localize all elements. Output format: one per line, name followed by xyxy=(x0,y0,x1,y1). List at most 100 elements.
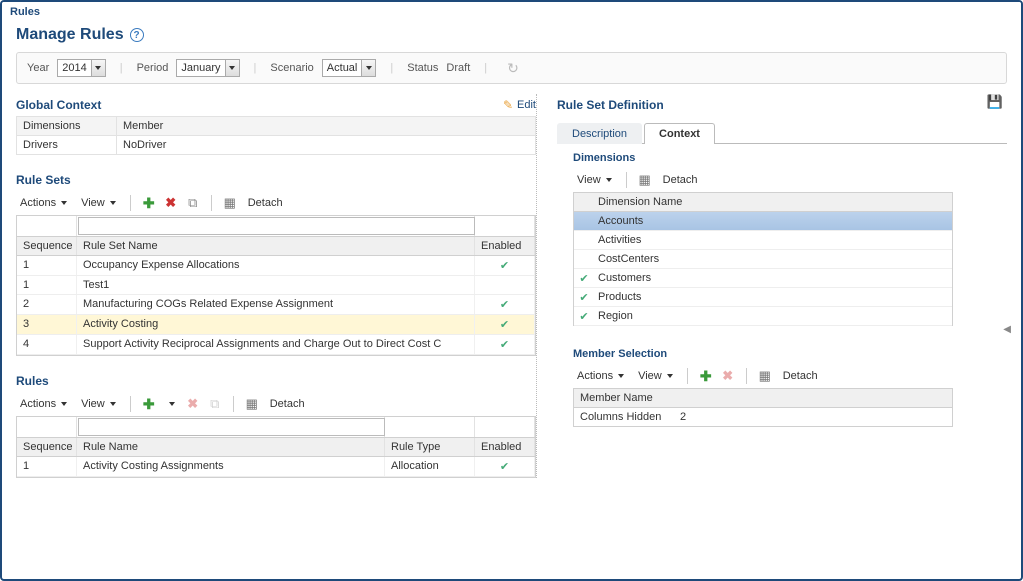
dimension-row[interactable]: ✔Customers xyxy=(574,269,952,288)
dimensions-title: Dimensions xyxy=(557,144,1007,168)
cell-sequence: 3 xyxy=(17,315,77,334)
global-context-header: Global Context ✎ Edit xyxy=(16,94,536,116)
rule-sets-view-menu[interactable]: View xyxy=(77,195,120,211)
rules-view-menu[interactable]: View xyxy=(77,396,120,412)
add-dropdown[interactable] xyxy=(163,396,179,412)
scenario-select[interactable]: Actual xyxy=(322,59,377,77)
table-row[interactable]: 1Occupancy Expense Allocations✔ xyxy=(17,256,535,276)
col-sequence[interactable]: Sequence xyxy=(17,237,77,255)
col-rule-set-name[interactable]: Rule Set Name xyxy=(77,237,475,255)
status-value: Draft xyxy=(446,62,470,74)
pencil-icon: ✎ xyxy=(503,98,513,112)
definition-title: Rule Set Definition xyxy=(557,98,664,112)
rules-actions-menu[interactable]: Actions xyxy=(16,396,71,412)
cell-sequence: 1 xyxy=(17,256,77,275)
tab-description[interactable]: Description xyxy=(557,123,642,144)
col-member-name[interactable]: Member Name xyxy=(574,389,952,408)
right-column: Rule Set Definition 💾 Description Contex… xyxy=(536,94,1007,478)
rule-sets-detach-button[interactable]: Detach xyxy=(244,195,287,211)
table-row[interactable]: 3Activity Costing✔ xyxy=(17,315,535,335)
dimension-row[interactable]: CostCenters xyxy=(574,250,952,269)
col-enabled[interactable]: Enabled xyxy=(475,237,535,255)
rules-title: Rules xyxy=(16,374,49,388)
detach-icon[interactable]: ▦ xyxy=(244,396,260,412)
global-context-title: Global Context xyxy=(16,98,101,112)
col-rule-type[interactable]: Rule Type xyxy=(385,438,475,456)
ms-view-menu[interactable]: View xyxy=(634,368,677,384)
tab-context[interactable]: Context xyxy=(644,123,715,144)
cell-enabled: ✔ xyxy=(475,315,535,334)
collapse-icon[interactable]: ◀ xyxy=(1003,324,1011,335)
col-rule-name[interactable]: Rule Name xyxy=(77,438,385,456)
member-selection-title: Member Selection xyxy=(557,340,1007,364)
cell-enabled: ✔ xyxy=(475,295,535,314)
col-enabled[interactable]: Enabled xyxy=(475,438,535,456)
table-row: Columns Hidden 2 xyxy=(574,408,952,426)
cell-sequence: 1 xyxy=(17,276,77,294)
rule-sets-toolbar: Actions View ✚ ✖ ⧉ ▦ Detach xyxy=(16,191,536,215)
delete-icon[interactable]: ✖ xyxy=(720,368,736,384)
delete-icon[interactable]: ✖ xyxy=(185,396,201,412)
check-icon: ✔ xyxy=(574,310,594,323)
add-icon[interactable]: ✚ xyxy=(141,195,157,211)
cell-name: Test1 xyxy=(77,276,475,294)
period-label: Period xyxy=(137,62,169,74)
table-row[interactable]: 4Support Activity Reciprocal Assignments… xyxy=(17,335,535,355)
table-row[interactable]: 1Activity Costing AssignmentsAllocation✔ xyxy=(17,457,535,477)
ms-actions-menu[interactable]: Actions xyxy=(573,368,628,384)
col-member: Member xyxy=(117,117,536,136)
member-selection-grid: Member Name Columns Hidden 2 xyxy=(573,388,953,427)
col-dimension-name[interactable]: Dimension Name xyxy=(574,193,952,212)
rule-sets-header: Rule Sets xyxy=(16,169,536,191)
cell-enabled: ✔ xyxy=(475,256,535,275)
add-icon[interactable]: ✚ xyxy=(141,396,157,412)
detach-icon[interactable]: ▦ xyxy=(222,195,238,211)
dimension-row[interactable]: Accounts xyxy=(574,212,952,231)
dimensions-toolbar: View ▦ Detach xyxy=(573,168,1007,192)
edit-global-context-link[interactable]: ✎ Edit xyxy=(503,98,536,112)
detach-icon[interactable]: ▦ xyxy=(757,368,773,384)
dimension-row[interactable]: ✔Region xyxy=(574,307,952,326)
year-select[interactable]: 2014 xyxy=(57,59,105,77)
col-dimensions: Dimensions xyxy=(17,117,117,136)
columns-hidden-value: 2 xyxy=(674,408,692,426)
member-selection-toolbar: Actions View ✚ ✖ ▦ Detach xyxy=(573,364,1007,388)
status-label: Status xyxy=(407,62,438,74)
app-window: Rules Manage Rules ? Year 2014 | Period … xyxy=(0,0,1023,581)
rules-toolbar: Actions View ✚ ✖ ⧉ ▦ Detach xyxy=(16,392,536,416)
rule-set-name-filter[interactable] xyxy=(78,217,475,235)
dimension-row[interactable]: ✔Products xyxy=(574,288,952,307)
ms-detach-button[interactable]: Detach xyxy=(779,368,822,384)
col-sequence[interactable]: Sequence xyxy=(17,438,77,456)
check-icon: ✔ xyxy=(574,272,594,285)
copy-icon[interactable]: ⧉ xyxy=(207,396,223,412)
dimension-name: Customers xyxy=(594,269,952,287)
cell-sequence: 4 xyxy=(17,335,77,354)
global-context-table: Dimensions Member Drivers NoDriver xyxy=(16,116,536,155)
cell-enabled: ✔ xyxy=(475,335,535,354)
columns-hidden-label: Columns Hidden xyxy=(574,408,674,426)
table-row[interactable]: 2Manufacturing COGs Related Expense Assi… xyxy=(17,295,535,315)
help-icon[interactable]: ? xyxy=(130,28,144,42)
copy-icon[interactable]: ⧉ xyxy=(185,195,201,211)
table-row[interactable]: 1Test1 xyxy=(17,276,535,295)
dimension-name: Accounts xyxy=(594,212,952,230)
period-select[interactable]: January xyxy=(176,59,239,77)
rule-sets-grid: Sequence Rule Set Name Enabled 1Occupanc… xyxy=(16,215,536,356)
rule-name-filter[interactable] xyxy=(78,418,385,436)
left-column: Global Context ✎ Edit Dimensions Member … xyxy=(16,94,536,478)
detach-icon[interactable]: ▦ xyxy=(637,172,653,188)
table-row: Drivers NoDriver xyxy=(17,136,536,155)
rules-detach-button[interactable]: Detach xyxy=(266,396,309,412)
add-icon[interactable]: ✚ xyxy=(698,368,714,384)
refresh-icon[interactable]: ↻ xyxy=(507,60,519,77)
dimension-row[interactable]: Activities xyxy=(574,231,952,250)
rule-sets-title: Rule Sets xyxy=(16,173,71,187)
page-title-row: Manage Rules ? xyxy=(2,22,1021,52)
year-label: Year xyxy=(27,62,49,74)
save-icon[interactable]: 💾 xyxy=(987,94,1003,110)
rule-sets-actions-menu[interactable]: Actions xyxy=(16,195,71,211)
dimensions-view-menu[interactable]: View xyxy=(573,172,616,188)
delete-icon[interactable]: ✖ xyxy=(163,195,179,211)
dimensions-detach-button[interactable]: Detach xyxy=(659,172,702,188)
